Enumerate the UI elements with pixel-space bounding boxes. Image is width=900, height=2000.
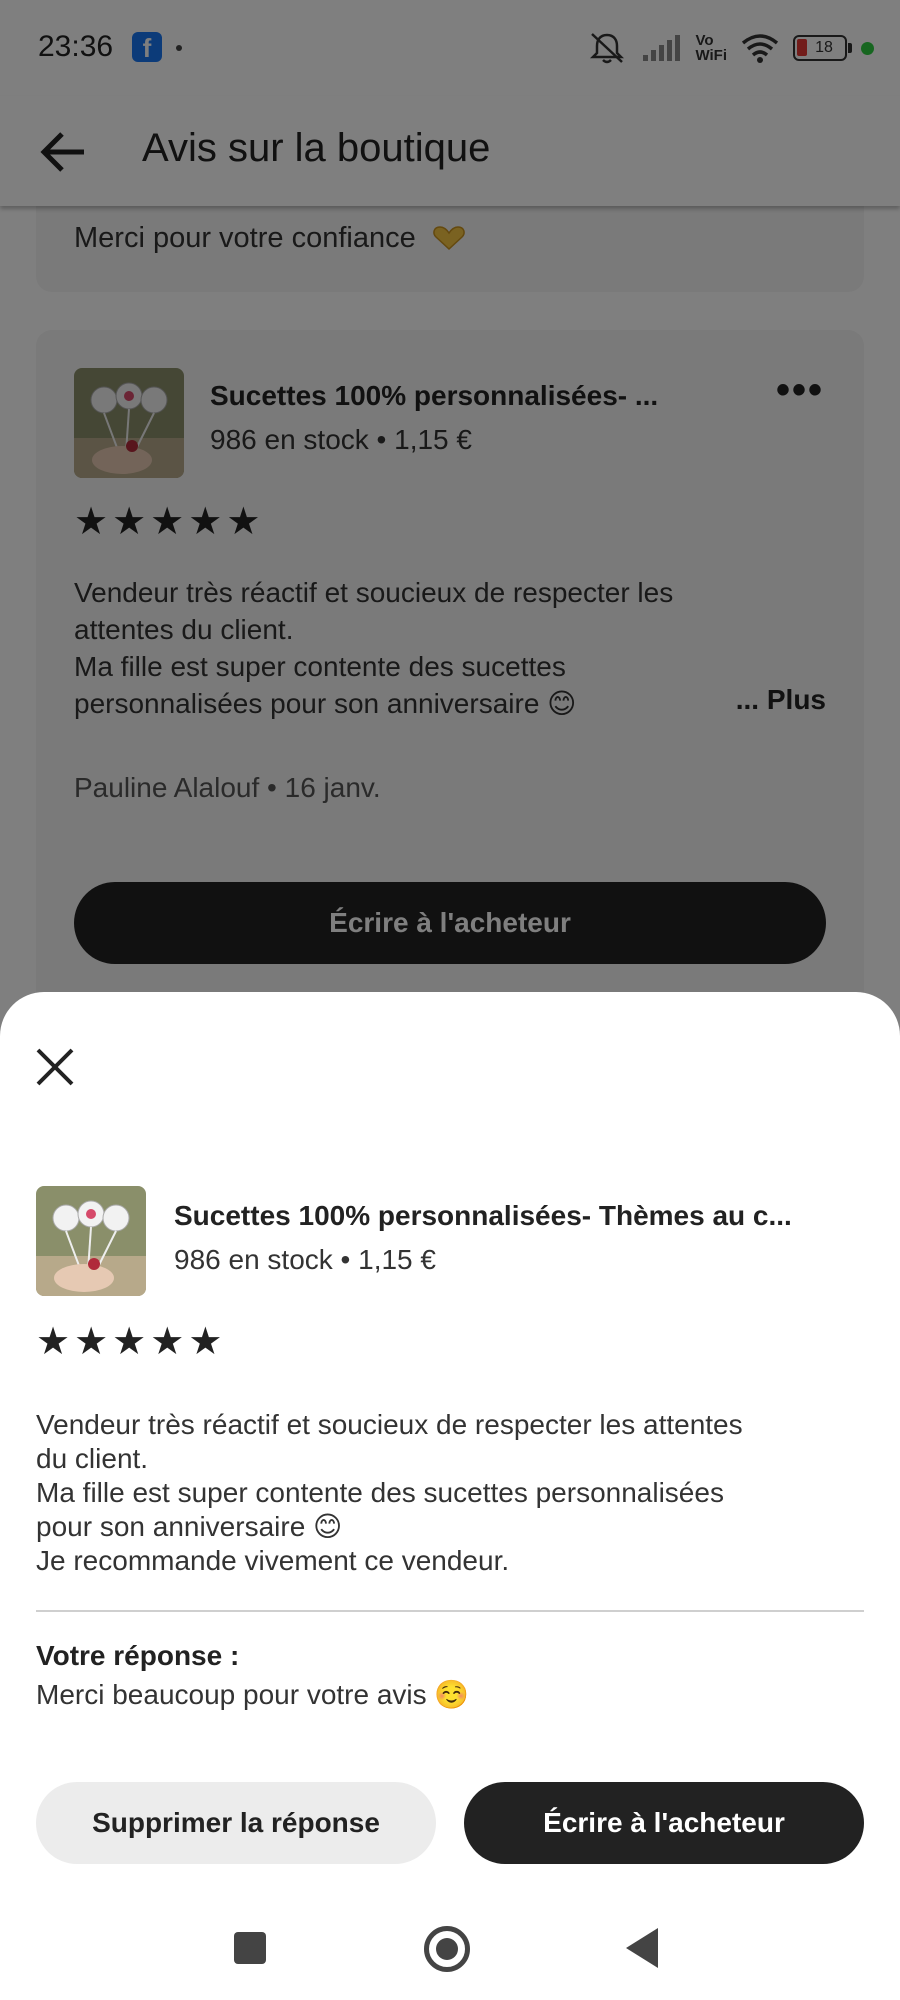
nav-back-icon[interactable] [626, 1928, 658, 1968]
reply-label: Votre réponse : [36, 1640, 240, 1671]
review-text: Vendeur très réactif et soucieux de resp… [36, 1409, 743, 1576]
star-icon: ★ [150, 1321, 185, 1363]
star-rating: ★ ★ ★ ★ ★ [36, 1322, 222, 1362]
star-icon: ★ [188, 1321, 223, 1363]
reply-text: Merci beaucoup pour votre avis ☺️ [36, 1679, 470, 1710]
home-icon[interactable] [424, 1926, 470, 1972]
star-icon: ★ [36, 1321, 71, 1363]
product-title[interactable]: Sucettes 100% personnalisées- Thèmes au … [174, 1200, 864, 1232]
review-detail-sheet: Sucettes 100% personnalisées- Thèmes au … [0, 992, 900, 2000]
recent-apps-icon[interactable] [234, 1932, 266, 1964]
write-to-buyer-button[interactable]: Écrire à l'acheteur [464, 1782, 864, 1864]
close-icon[interactable] [30, 1042, 80, 1092]
product-thumbnail[interactable] [36, 1186, 146, 1296]
system-nav-bar [0, 1898, 900, 2000]
product-meta: 986 en stock • 1,15 € [174, 1244, 436, 1275]
divider [36, 1610, 864, 1612]
star-icon: ★ [112, 1321, 147, 1363]
star-icon: ★ [74, 1321, 109, 1363]
delete-reply-button[interactable]: Supprimer la réponse [36, 1782, 436, 1864]
